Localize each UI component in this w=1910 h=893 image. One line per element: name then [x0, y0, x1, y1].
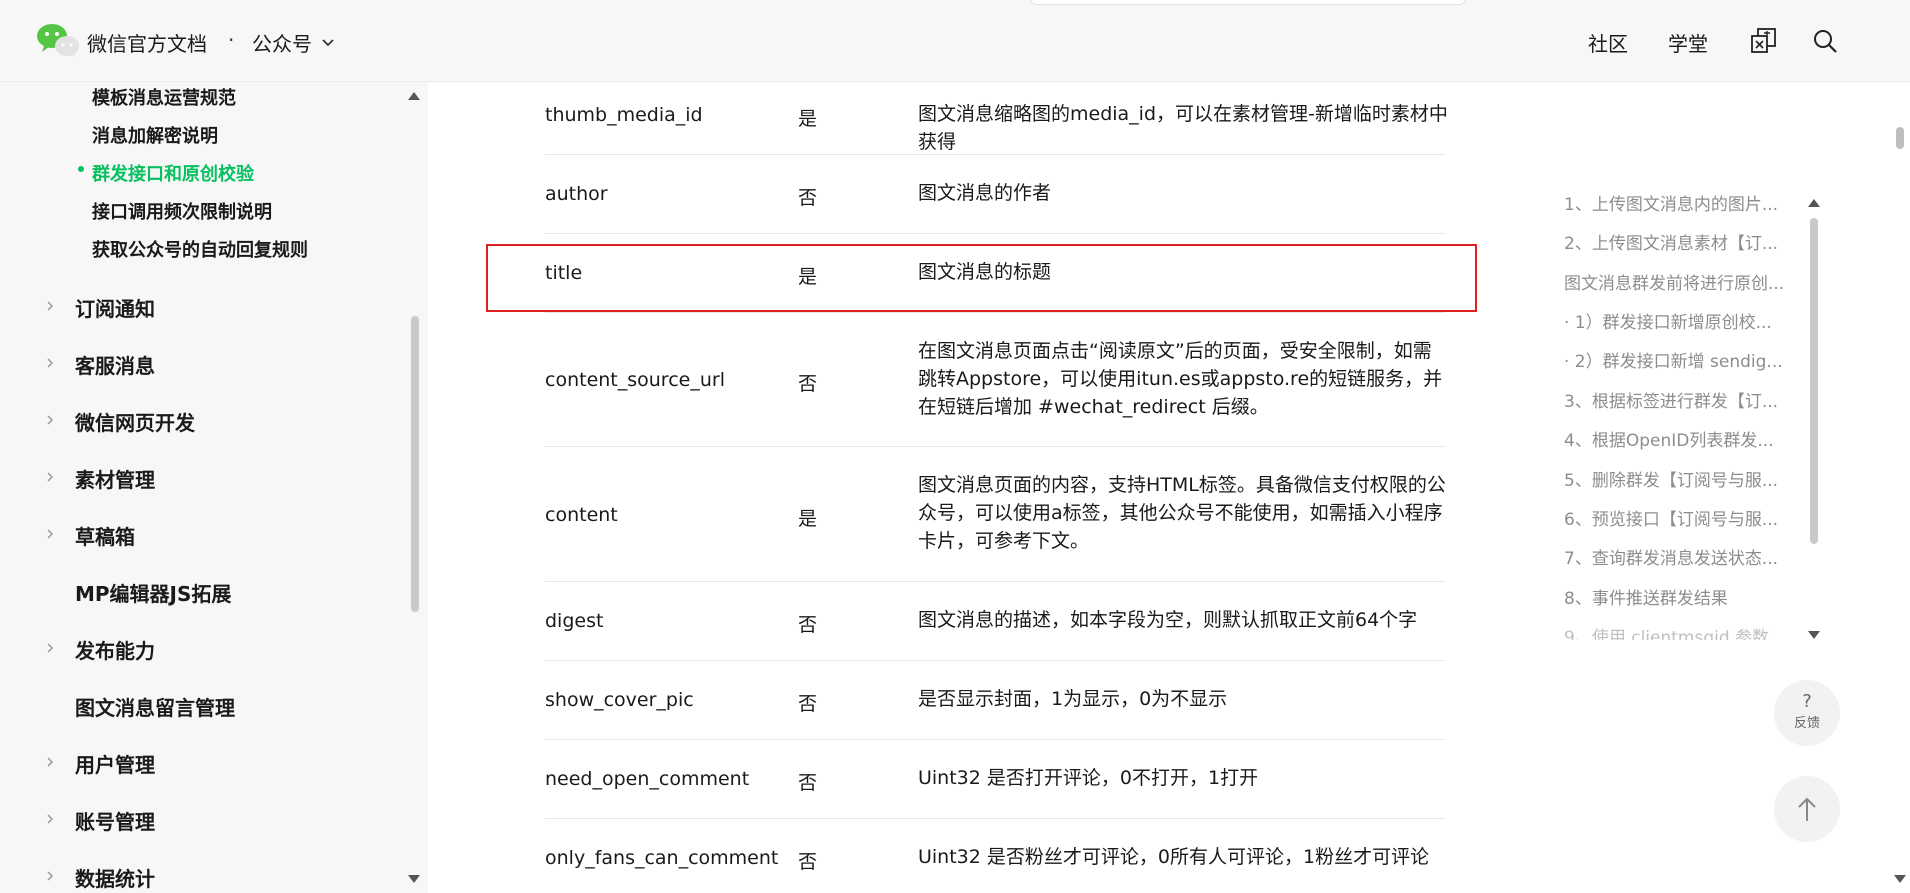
param-name: only_fans_can_comment [545, 847, 779, 869]
param-desc: Uint32 是否打开评论，0不打开，1打开 [918, 767, 1259, 789]
title-row-highlight [486, 244, 1477, 312]
sidebar-item-users[interactable]: 用户管理 [75, 749, 155, 778]
param-required: 否 [798, 772, 818, 794]
table-row: show_cover_pic 否 是否显示封面，1为显示，0为不显示 [545, 661, 1445, 740]
sidebar-item-publish[interactable]: 发布能力 [75, 635, 155, 664]
sidebar-subitem-template-rules[interactable]: 模板消息运营规范 [92, 84, 236, 110]
sidebar-subitem-encryption[interactable]: 消息加解密说明 [92, 122, 218, 148]
table-row: thumb_media_id 是 图文消息缩略图的media_id，可以在素材管… [545, 82, 1448, 155]
toc-item[interactable]: 6、预览接口【订阅号与服... [1564, 505, 1786, 530]
top-header: 微信官方文档 · 公众号 社区 学堂 [0, 0, 1910, 82]
param-name: thumb_media_id [545, 104, 703, 126]
sidebar-item-materials[interactable]: 素材管理 [75, 464, 155, 493]
param-required: 是 [798, 508, 818, 530]
chevron-right-icon[interactable] [44, 414, 56, 426]
table-row: need_open_comment 否 Uint32 是否打开评论，0不打开，1… [545, 740, 1445, 819]
param-required: 否 [798, 614, 818, 636]
site-title[interactable]: 微信官方文档 [87, 28, 207, 57]
chevron-right-icon[interactable] [44, 357, 56, 369]
table-row: content 是 图文消息页面的内容，支持HTML标签。具备微信支付权限的公众… [545, 447, 1446, 582]
chevron-right-icon[interactable] [44, 813, 56, 825]
left-sidebar: 模板消息运营规范 消息加解密说明 群发接口和原创校验 接口调用频次限制说明 获取… [0, 82, 428, 893]
title-separator: · [228, 28, 235, 52]
param-desc: 是否显示封面，1为显示，0为不显示 [918, 688, 1228, 710]
page-scrollbar-thumb[interactable] [1896, 127, 1904, 149]
param-desc: 图文消息的作者 [918, 182, 1052, 204]
table-row: digest 否 图文消息的描述，如本字段为空，则默认抓取正文前64个字 [545, 582, 1445, 661]
nav-community-link[interactable]: 社区 [1588, 28, 1628, 57]
chevron-right-icon[interactable] [44, 756, 56, 768]
toc-item[interactable]: 8、事件推送群发结果 [1564, 584, 1786, 609]
sidebar-item-drafts[interactable]: 草稿箱 [75, 521, 135, 550]
toc-item[interactable]: · 1）群发接口新增原创校... [1564, 308, 1786, 333]
param-desc: 图文消息页面的内容，支持HTML标签。具备微信支付权限的公众号，可以使用a标签，… [918, 474, 1446, 552]
param-desc: Uint32 是否粉丝才可评论，0所有人可评论，1粉丝才可评论 [918, 846, 1430, 868]
toc-item[interactable]: · 2）群发接口新增 sendig... [1564, 347, 1786, 372]
chevron-down-icon [322, 38, 334, 46]
sidebar-item-accounts[interactable]: 账号管理 [75, 806, 155, 835]
sidebar-item-mp-editor[interactable]: MP编辑器JS拓展 [75, 578, 231, 607]
sidebar-item-customer-service[interactable]: 客服消息 [75, 350, 155, 379]
sidebar-scrollbar-thumb[interactable] [411, 316, 419, 612]
chevron-right-icon[interactable] [44, 471, 56, 483]
toc-scrollbar-thumb[interactable] [1810, 218, 1818, 544]
product-selector-label: 公众号 [252, 32, 312, 56]
table-row: content_source_url 否 在图文消息页面点击“阅读原文”后的页面… [545, 313, 1445, 447]
param-table: thumb_media_id 是 图文消息缩略图的media_id，可以在素材管… [428, 82, 1528, 893]
param-required: 是 [798, 108, 818, 130]
param-required: 否 [798, 851, 818, 873]
page-scroll-down-arrow[interactable] [1894, 875, 1906, 883]
param-desc: 图文消息的描述，如本字段为空，则默认抓取正文前64个字 [918, 609, 1418, 631]
param-desc: 图文消息缩略图的media_id，可以在素材管理-新增临时素材中获得 [918, 103, 1448, 153]
chevron-right-icon[interactable] [44, 642, 56, 654]
arrow-up-icon [1798, 797, 1816, 821]
floating-search-box[interactable] [1030, 0, 1466, 5]
param-required: 否 [798, 373, 818, 395]
wechat-logo-icon[interactable] [36, 22, 80, 58]
sidebar-item-comments[interactable]: 图文消息留言管理 [75, 692, 235, 721]
chevron-right-icon[interactable] [44, 528, 56, 540]
param-desc: 在图文消息页面点击“阅读原文”后的页面，受安全限制，如需跳转Appstore，可… [918, 340, 1443, 418]
sidebar-scroll-up-arrow[interactable] [408, 92, 420, 100]
param-required: 否 [798, 187, 818, 209]
translate-icon[interactable] [1749, 26, 1779, 56]
table-row: author 否 图文消息的作者 [545, 155, 1445, 234]
active-indicator-dot [78, 166, 84, 172]
sidebar-scroll-down-arrow[interactable] [408, 875, 420, 883]
toc-item[interactable]: 9、使用 clientmsgid 参数... [1564, 623, 1786, 640]
sidebar-subitem-mass-send[interactable]: 群发接口和原创校验 [92, 160, 254, 186]
toc-item[interactable]: 7、查询群发消息发送状态... [1564, 544, 1786, 569]
toc-item[interactable]: 4、根据OpenID列表群发... [1564, 426, 1786, 451]
toc-item[interactable]: 5、删除群发【订阅号与服... [1564, 466, 1786, 491]
toc-item[interactable]: 1、上传图文消息内的图片... [1564, 190, 1786, 215]
feedback-button[interactable]: ? 反馈 [1774, 680, 1840, 746]
product-selector[interactable]: 公众号 [252, 28, 336, 57]
toc-item[interactable]: 2、上传图文消息素材【订... [1564, 229, 1786, 254]
nav-academy-link[interactable]: 学堂 [1668, 28, 1708, 57]
sidebar-item-subscribe-notify[interactable]: 订阅通知 [75, 293, 155, 322]
param-name: content [545, 504, 618, 526]
param-name: content_source_url [545, 369, 725, 391]
toc-item[interactable]: 3、根据标签进行群发【订... [1564, 387, 1786, 412]
back-to-top-button[interactable] [1774, 776, 1840, 842]
chevron-right-icon[interactable] [44, 870, 56, 882]
feedback-label: 反馈 [1793, 716, 1820, 731]
table-of-contents: 1、上传图文消息内的图片... 2、上传图文消息素材【订... 图文消息群发前将… [1556, 190, 1788, 640]
sidebar-subitem-rate-limit[interactable]: 接口调用频次限制说明 [92, 198, 272, 224]
search-icon[interactable] [1810, 26, 1840, 56]
sidebar-item-web-dev[interactable]: 微信网页开发 [75, 407, 195, 436]
toc-item[interactable]: 图文消息群发前将进行原创... [1564, 269, 1786, 294]
toc-scroll-up-arrow[interactable] [1808, 199, 1820, 207]
param-name: digest [545, 610, 604, 632]
sidebar-subitem-auto-reply[interactable]: 获取公众号的自动回复规则 [92, 236, 308, 262]
param-name: show_cover_pic [545, 689, 694, 711]
chevron-right-icon[interactable] [44, 300, 56, 312]
param-name: author [545, 183, 608, 205]
table-row: only_fans_can_comment 否 Uint32 是否粉丝才可评论，… [545, 819, 1445, 893]
question-icon: ? [1802, 691, 1812, 712]
param-required: 否 [798, 693, 818, 715]
toc-scroll-down-arrow[interactable] [1808, 631, 1820, 639]
sidebar-item-statistics[interactable]: 数据统计 [75, 863, 155, 892]
param-name: need_open_comment [545, 768, 750, 790]
